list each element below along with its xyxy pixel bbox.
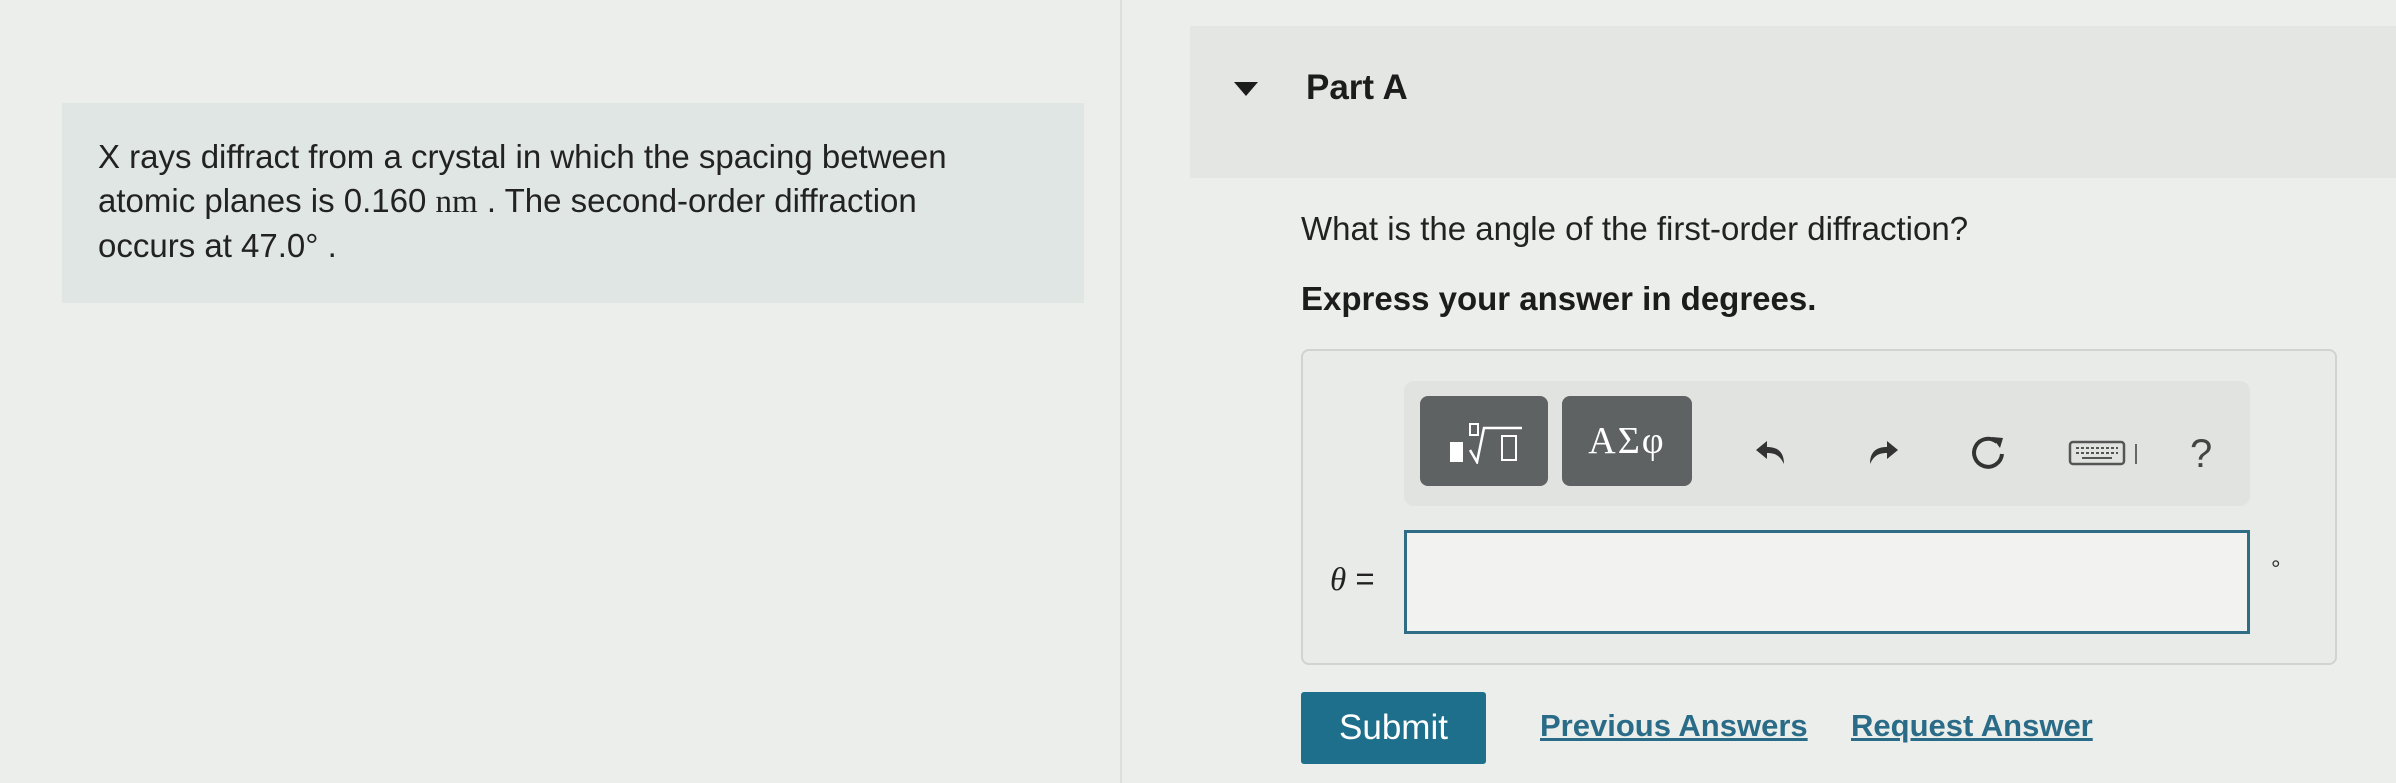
problem-text: X rays diffract from a crystal in which … [98, 135, 1048, 268]
answer-label: θ = [1330, 560, 1375, 599]
undo-icon[interactable] [1750, 430, 1794, 474]
keyboard-icon[interactable] [2064, 430, 2144, 474]
problem-line-2-end: . The second-order diffraction [477, 182, 917, 219]
greek-symbols-button[interactable]: ΑΣφ [1562, 396, 1692, 486]
problem-line-1: X rays diffract from a crystal in which … [98, 138, 947, 175]
fraction-root-icon [1450, 423, 1522, 464]
degree-unit: ° [2271, 556, 2281, 583]
problem-line-3: occurs at 47.0° . [98, 227, 337, 264]
equals-sign: = [1346, 560, 1375, 597]
help-icon[interactable]: ? [2190, 432, 2212, 477]
templates-button[interactable] [1420, 396, 1548, 486]
answer-input[interactable] [1404, 530, 2250, 634]
previous-answers-link[interactable]: Previous Answers [1540, 708, 1808, 744]
problem-line-2-start: atomic planes is 0.160 [98, 182, 436, 219]
collapse-caret-icon[interactable] [1234, 82, 1258, 96]
submit-button[interactable]: Submit [1301, 692, 1486, 764]
theta-symbol: θ [1330, 562, 1347, 598]
question-text: What is the angle of the first-order dif… [1301, 210, 1969, 247]
problem-statement: X rays diffract from a crystal in which … [62, 103, 1084, 303]
problem-unit: nm [435, 184, 478, 220]
redo-icon[interactable] [1860, 430, 1904, 474]
reset-icon[interactable] [1966, 430, 2010, 474]
request-answer-link[interactable]: Request Answer [1851, 708, 2093, 744]
part-title[interactable]: Part A [1306, 68, 1408, 108]
answer-instruction: Express your answer in degrees. [1301, 280, 1817, 317]
